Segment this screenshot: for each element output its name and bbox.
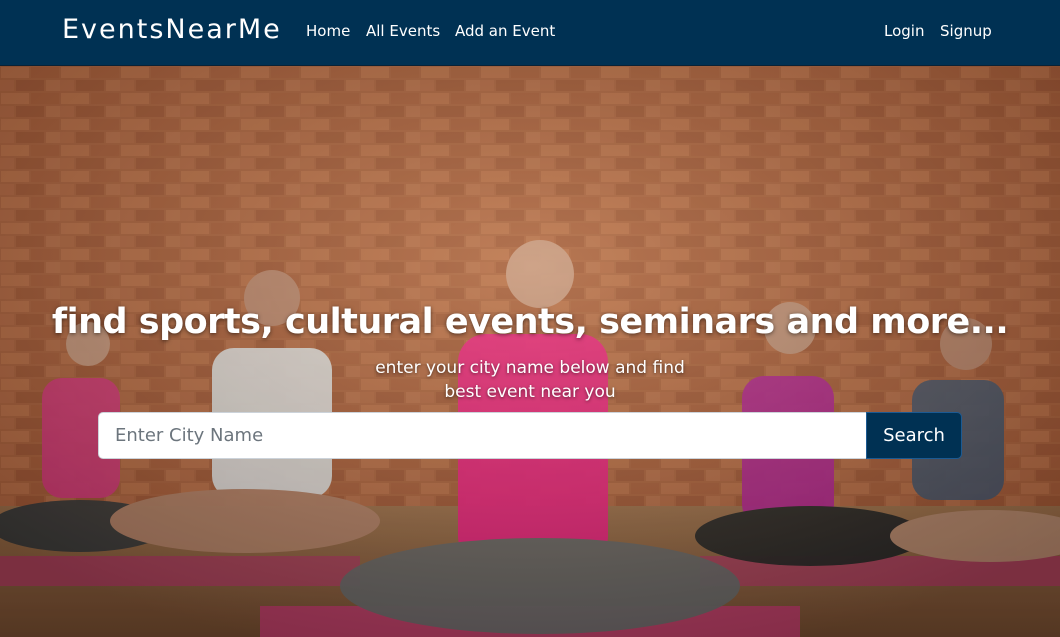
- city-search-form: Search: [98, 412, 962, 459]
- hero-overlay: [0, 66, 1060, 637]
- search-button[interactable]: Search: [866, 412, 962, 459]
- nav-link-add-event[interactable]: Add an Event: [455, 22, 555, 40]
- city-search-input[interactable]: [98, 412, 868, 459]
- hero-subline-line-1: enter your city name below and find: [375, 358, 685, 378]
- nav-link-login[interactable]: Login: [884, 22, 924, 40]
- hero-section: find sports, cultural events, seminars a…: [0, 66, 1060, 637]
- nav-link-home[interactable]: Home: [306, 22, 350, 40]
- brand-logo-link[interactable]: EventsNearMe: [62, 14, 282, 45]
- nav-link-all-events[interactable]: All Events: [366, 22, 440, 40]
- hero-subline-line-2: best event near you: [444, 382, 616, 402]
- hero-subline: enter your city name below and find best…: [330, 356, 730, 404]
- navbar: EventsNearMe Home All Events Add an Even…: [0, 0, 1060, 66]
- nav-link-signup[interactable]: Signup: [940, 22, 992, 40]
- hero-headline: find sports, cultural events, seminars a…: [51, 302, 1009, 342]
